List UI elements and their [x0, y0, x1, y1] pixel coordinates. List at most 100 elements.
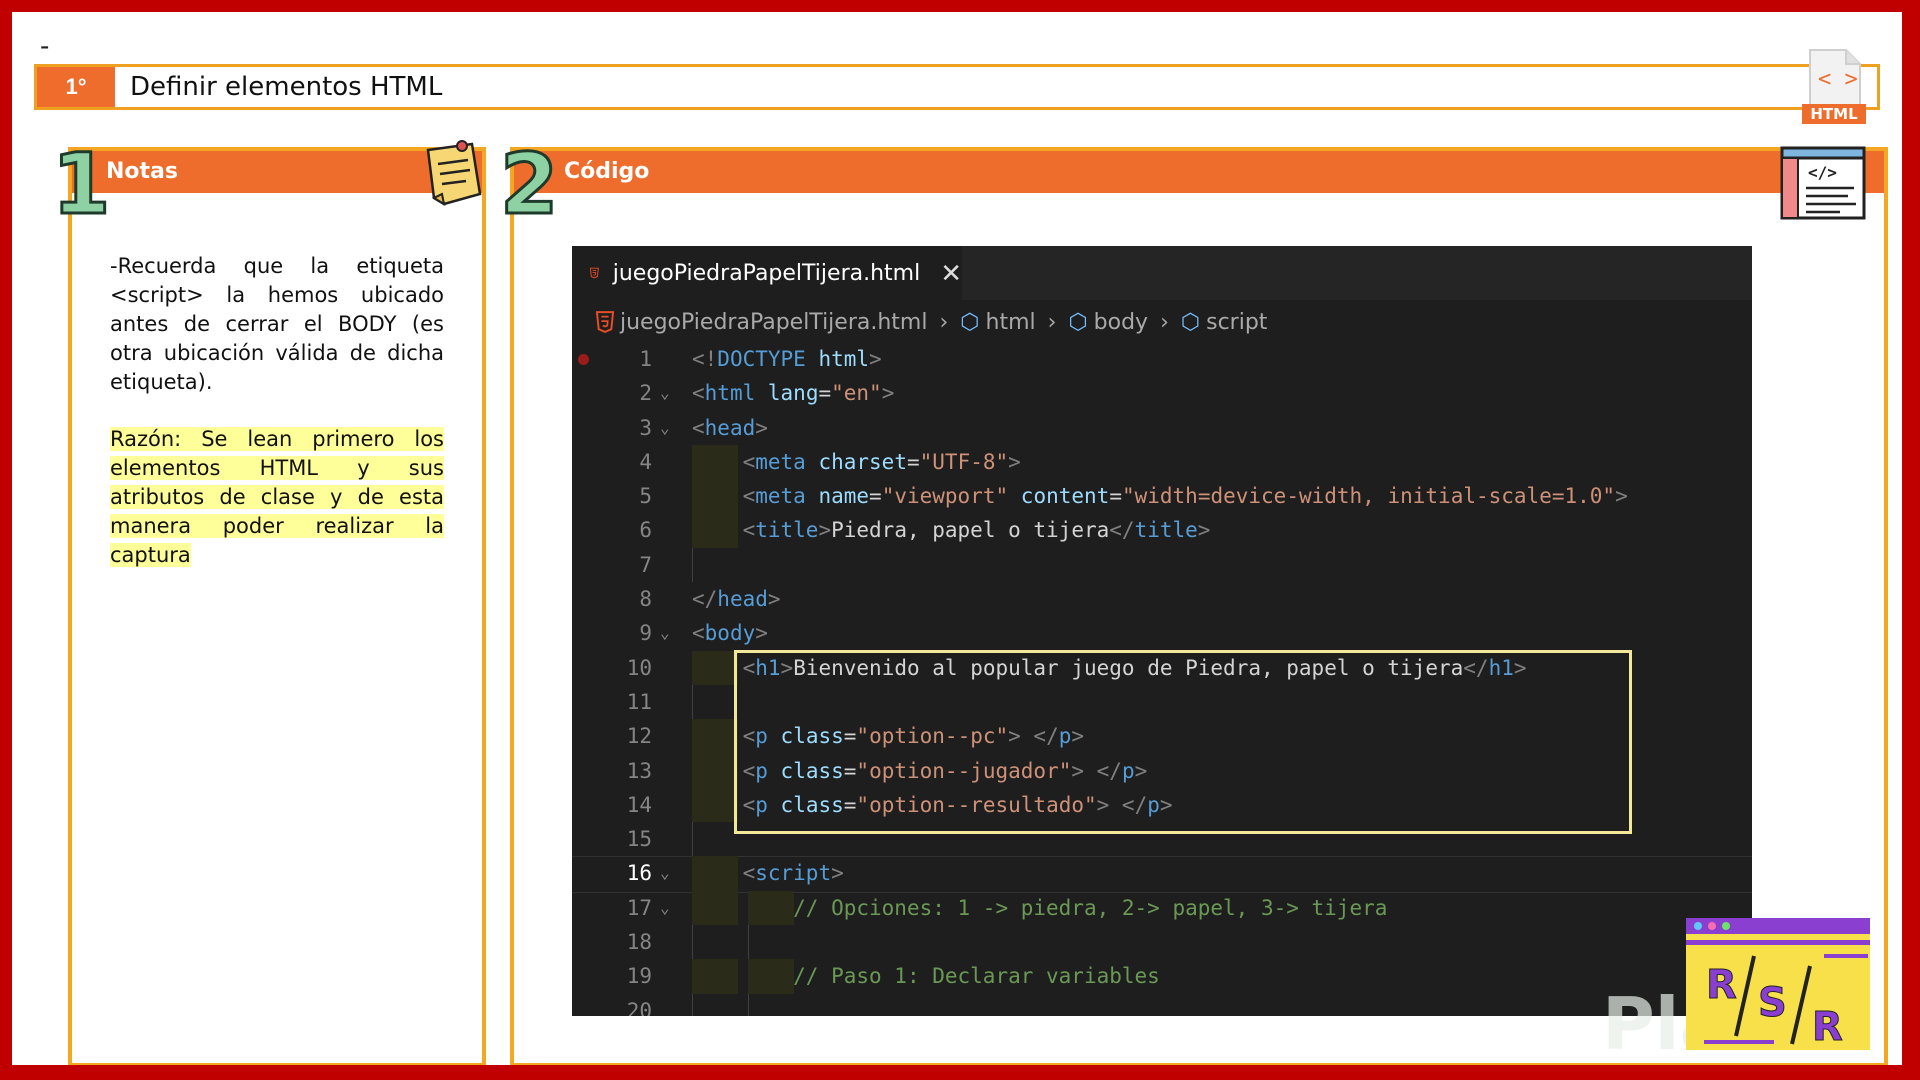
html-file-icon: < > HTML — [1802, 49, 1866, 124]
chevron-down-icon[interactable]: ⌄ — [660, 411, 670, 445]
breadcrumb-file[interactable]: juegoPiedraPapelTijera.html — [620, 310, 927, 335]
chevron-right-icon: › — [1047, 309, 1057, 335]
code-line[interactable]: 6 <title>Piedra, papel o tijera</title> — [572, 513, 1752, 548]
svg-text:</>: </> — [1808, 163, 1837, 182]
code-line[interactable]: 19 // Paso 1: Declarar variables — [572, 959, 1752, 994]
code-line[interactable]: 7 — [572, 547, 1752, 583]
html-badge-label: HTML — [1810, 105, 1858, 123]
code-line[interactable]: 15 — [572, 822, 1752, 857]
line-number: 16 — [626, 861, 652, 886]
slide: - 1° Definir elementos HTML < > HTML Not… — [12, 12, 1902, 1065]
code-text: <p class="option--jugador"> </p> — [742, 758, 1148, 783]
tab-strip: juegoPiedraPapelTijera.html ✕ — [572, 246, 1752, 300]
html5-icon — [590, 267, 599, 279]
notes-paragraph-1: -Recuerda que la etiqueta <script> la he… — [110, 254, 444, 394]
code-text: // Opciones: 1 -> piedra, 2-> papel, 3->… — [793, 895, 1388, 920]
code-line[interactable]: 3 ⌄ <head> — [572, 411, 1752, 445]
chevron-down-icon[interactable]: ⌄ — [660, 891, 670, 925]
line-number: 12 — [626, 724, 652, 749]
line-number: 20 — [626, 998, 652, 1016]
cube-icon: ⬡ — [1180, 309, 1201, 335]
chevron-down-icon[interactable]: ⌄ — [660, 856, 670, 890]
breadcrumb-html[interactable]: html — [986, 310, 1036, 335]
chevron-down-icon[interactable]: ⌄ — [660, 616, 670, 650]
notes-paragraph-2: Razón: Se lean primero los elementos HTM… — [110, 427, 444, 567]
code-text: // Paso 1: Declarar variables — [793, 964, 1160, 989]
indent-guide — [692, 822, 693, 857]
code-text: <p class="option--pc"> </p> — [742, 724, 1085, 749]
line-number: 1 — [639, 347, 652, 371]
code-line[interactable]: 12 <p class="option--pc"> </p> — [572, 719, 1752, 754]
chevron-right-icon: › — [1160, 309, 1169, 335]
indent-guide — [748, 925, 749, 960]
breadcrumb-script[interactable]: script — [1206, 310, 1267, 335]
step-badge: 1° — [37, 67, 115, 107]
code-window-icon: </> — [1780, 146, 1866, 220]
code-text: <h1>Bienvenido al popular juego de Piedr… — [742, 655, 1527, 680]
code-line[interactable]: 5 <meta name="viewport" content="width=d… — [572, 479, 1752, 514]
code-text: <p class="option--resultado"> </p> — [742, 792, 1173, 817]
notes-content: -Recuerda que la etiqueta <script> la he… — [110, 252, 444, 598]
line-number: 18 — [626, 930, 652, 955]
line-number: 17 — [626, 895, 652, 920]
indent-guide — [692, 547, 693, 583]
logo-r2: R — [1812, 1004, 1843, 1050]
code-text: <html lang="en"> — [692, 381, 895, 406]
line-number: 3 — [639, 415, 652, 440]
breadcrumb-body[interactable]: body — [1094, 310, 1148, 335]
code-text: <meta name="viewport" content="width=dev… — [742, 484, 1628, 509]
logo-r1: R — [1706, 962, 1737, 1008]
code-text: <!DOCTYPE html> — [692, 347, 882, 371]
line-number: 5 — [639, 484, 652, 509]
indent-guide — [692, 925, 693, 960]
code-text: <script> — [742, 861, 844, 886]
chevron-down-icon[interactable]: ⌄ — [660, 376, 670, 410]
line-number: 15 — [626, 827, 652, 852]
notes-header: Notas — [72, 151, 482, 193]
code-line[interactable]: 2 ⌄ <html lang="en"> — [572, 376, 1752, 410]
html5-icon — [596, 311, 614, 333]
tab-label: juegoPiedraPapelTijera.html — [612, 260, 921, 286]
code-line[interactable]: 17 ⌄ // Opciones: 1 -> piedra, 2-> papel,… — [572, 890, 1752, 926]
line-number: 11 — [626, 689, 652, 714]
code-line[interactable]: 20 — [572, 993, 1752, 1016]
code-line[interactable]: 10 <h1>Bienvenido al popular juego de Pi… — [572, 650, 1752, 685]
line-number: 4 — [639, 449, 652, 474]
code-area[interactable]: 1 <!DOCTYPE html> 2 ⌄ <html lang="en"> 3 ⌄ <hea… — [572, 342, 1752, 1016]
code-text: <meta charset="UTF-8"> — [742, 449, 1021, 474]
line-number: 14 — [626, 792, 652, 817]
chevron-right-icon: › — [939, 309, 949, 335]
code-line[interactable]: 1 <!DOCTYPE html> — [572, 342, 1752, 376]
code-line[interactable]: 14 <p class="option--resultado"> </p> — [572, 787, 1752, 823]
logo-s: S — [1758, 980, 1787, 1026]
code-line[interactable]: 11 — [572, 684, 1752, 720]
breadcrumb: juegoPiedraPapelTijera.html › ⬡ html › ⬡… — [596, 304, 1267, 340]
code-line[interactable]: 4 <meta charset="UTF-8"> — [572, 444, 1752, 480]
line-number: 19 — [626, 964, 652, 989]
line-number: 2 — [639, 381, 652, 406]
indent-guide — [692, 684, 693, 720]
code-line[interactable]: 13 <p class="option--jugador"> </p> — [572, 753, 1752, 788]
line-number: 10 — [626, 655, 652, 680]
line-number: 7 — [639, 552, 652, 577]
code-line[interactable]: 8 </head> — [572, 582, 1752, 616]
code-line[interactable]: 16 ⌄ <script> — [572, 856, 1752, 893]
svg-text:< >: < > — [1818, 67, 1858, 92]
code-line[interactable]: 18 — [572, 925, 1752, 960]
code-text: <body> — [692, 621, 768, 646]
code-text: <title>Piedra, papel o tijera</title> — [742, 518, 1211, 543]
cube-icon: ⬡ — [1068, 309, 1088, 335]
tab-juego-html[interactable]: juegoPiedraPapelTijera.html ✕ — [572, 246, 962, 300]
page-title: Definir elementos HTML — [130, 72, 443, 102]
line-number: 9 — [639, 621, 652, 646]
close-icon[interactable]: ✕ — [940, 258, 962, 289]
notes-number: 1 — [50, 135, 111, 233]
code-editor[interactable]: juegoPiedraPapelTijera.html ✕ juegoPiedr… — [572, 246, 1752, 1016]
indent-guide — [748, 993, 749, 1016]
slide-dash: - — [40, 30, 50, 61]
line-number: 8 — [639, 587, 652, 612]
code-number: 2 — [498, 135, 559, 233]
code-line[interactable]: 9 ⌄ <body> — [572, 616, 1752, 650]
rsr-logo: R S R — [1686, 918, 1870, 1051]
code-text: <head> — [692, 415, 768, 440]
